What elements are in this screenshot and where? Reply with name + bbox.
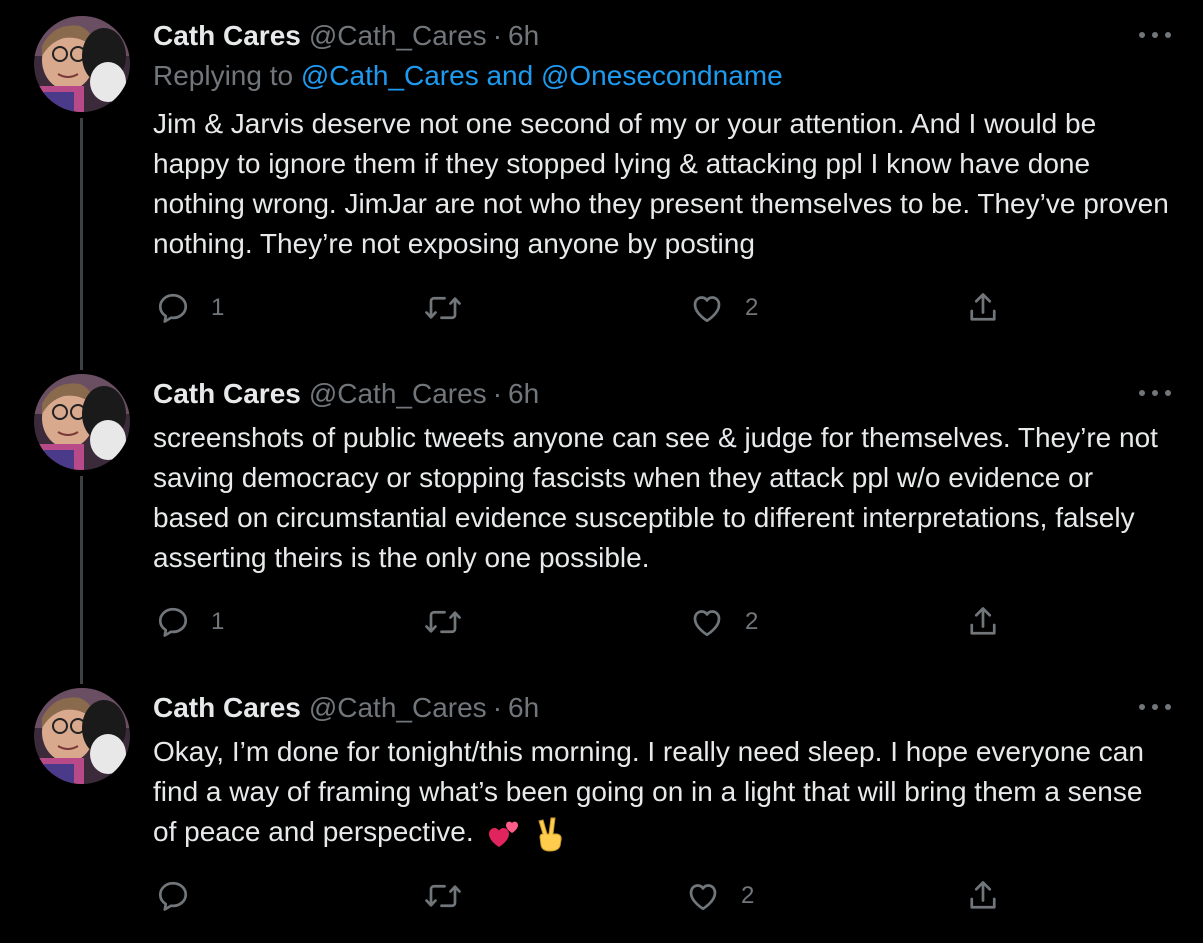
more-icon[interactable]	[1139, 388, 1171, 398]
reply-icon	[158, 293, 188, 323]
timestamp[interactable]: 6h	[508, 692, 539, 724]
replying-prefix: Replying to	[153, 60, 294, 91]
tweet-text: screenshots of public tweets anyone can …	[153, 422, 1158, 573]
timestamp[interactable]: 6h	[508, 378, 539, 410]
avatar[interactable]	[34, 374, 130, 470]
retweet-icon	[425, 296, 461, 320]
like-icon	[689, 884, 717, 911]
tweet[interactable]: Cath Cares @Cath_Cares · 6h screenshots …	[0, 374, 1203, 664]
tweet-header: Cath Cares @Cath_Cares · 6h	[153, 16, 539, 56]
retweet-button[interactable]	[423, 604, 483, 640]
avatar[interactable]	[34, 16, 130, 112]
reply-button[interactable]: 1	[155, 604, 224, 640]
like-button[interactable]: 2	[685, 878, 754, 914]
more-icon[interactable]	[1139, 702, 1171, 712]
tweet[interactable]: Cath Cares @Cath_Cares · 6h Replying to …	[0, 16, 1203, 346]
separator: ·	[492, 692, 503, 723]
like-icon	[693, 610, 721, 637]
two-hearts-emoji	[489, 821, 519, 847]
avatar-image	[34, 688, 130, 784]
tweet-actions: 1 2	[155, 290, 1015, 326]
user-handle[interactable]: @Cath_Cares	[309, 692, 487, 724]
tweet-header: Cath Cares @Cath_Cares · 6h	[153, 374, 539, 414]
share-button[interactable]	[965, 604, 1001, 640]
retweet-icon	[425, 610, 461, 634]
user-handle[interactable]: @Cath_Cares	[309, 378, 487, 410]
tweet-actions: 2	[155, 878, 1015, 914]
like-button[interactable]: 2	[689, 604, 758, 640]
reply-count: 1	[211, 294, 225, 321]
tweet[interactable]: Cath Cares @Cath_Cares · 6h Okay, I’m do…	[0, 688, 1203, 938]
avatar-image	[34, 16, 130, 112]
share-icon	[970, 293, 996, 321]
tweet-text: Jim & Jarvis deserve not one second of m…	[153, 108, 1169, 259]
tweet-header: Cath Cares @Cath_Cares · 6h	[153, 688, 539, 728]
like-count: 2	[745, 608, 759, 635]
replying-mentions[interactable]: @Cath_Cares and @Onesecondname	[301, 60, 783, 91]
display-name[interactable]: Cath Cares	[153, 692, 301, 724]
replying-to: Replying to @Cath_Cares and @Onesecondna…	[153, 60, 783, 92]
reply-count: 1	[211, 608, 225, 635]
reply-button[interactable]: 1	[155, 290, 224, 326]
avatar[interactable]	[34, 688, 130, 784]
tweet-text-block: Okay, I’m done for tonight/this morning.…	[153, 732, 1173, 852]
share-icon	[970, 881, 996, 909]
more-icon[interactable]	[1139, 30, 1171, 40]
retweet-icon	[425, 884, 461, 908]
share-button[interactable]	[965, 878, 1001, 914]
tweet-text: Okay, I’m done for tonight/this morning.…	[153, 736, 1144, 847]
separator: ·	[492, 378, 503, 409]
retweet-button[interactable]	[423, 878, 483, 914]
share-button[interactable]	[965, 290, 1001, 326]
like-button[interactable]: 2	[689, 290, 758, 326]
reply-icon	[158, 607, 188, 637]
retweet-button[interactable]	[423, 290, 483, 326]
tweet-actions: 1 2	[155, 604, 1015, 640]
like-icon	[693, 296, 721, 323]
victory-hand-emoji	[538, 817, 562, 852]
avatar-image	[34, 374, 130, 470]
share-icon	[970, 607, 996, 635]
like-count: 2	[745, 294, 759, 321]
like-count: 2	[741, 882, 755, 909]
separator: ·	[492, 20, 503, 51]
timestamp[interactable]: 6h	[508, 20, 539, 52]
display-name[interactable]: Cath Cares	[153, 378, 301, 410]
display-name[interactable]: Cath Cares	[153, 20, 301, 52]
user-handle[interactable]: @Cath_Cares	[309, 20, 487, 52]
reply-icon	[158, 881, 188, 911]
reply-button[interactable]	[155, 878, 211, 914]
